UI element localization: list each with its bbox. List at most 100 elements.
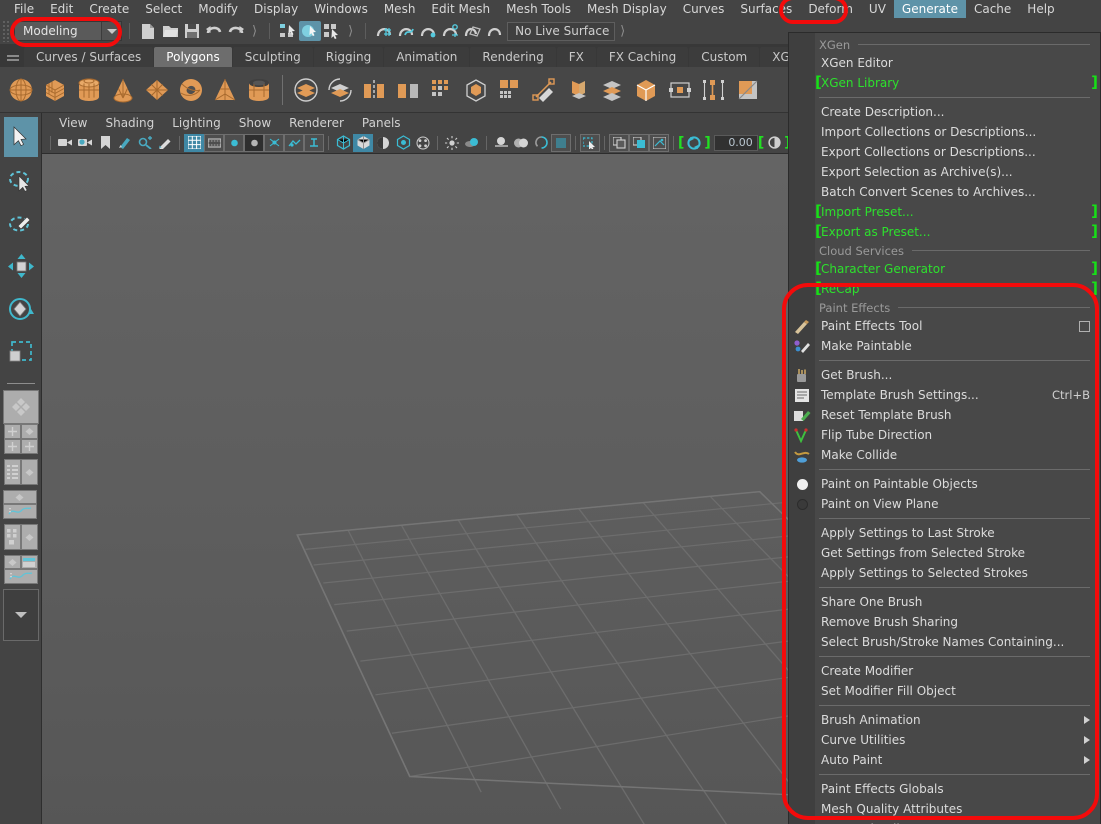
menu-item-flip-tube-direction[interactable]: Flip Tube Direction xyxy=(789,425,1100,445)
menu-generate[interactable]: Generate xyxy=(893,0,966,18)
menu-item-create-description[interactable]: Create Description... xyxy=(789,102,1100,122)
save-scene-icon[interactable] xyxy=(181,21,203,41)
poly-cube-icon[interactable] xyxy=(38,72,72,108)
menu-item-paint-on-paintable-objects[interactable]: Paint on Paintable Objects xyxy=(789,474,1100,494)
shelf-tab-rigging[interactable]: Rigging xyxy=(313,47,384,67)
redo-icon[interactable] xyxy=(225,21,247,41)
menu-display[interactable]: Display xyxy=(246,0,306,18)
select-tool[interactable] xyxy=(3,117,38,157)
booleans-icon[interactable] xyxy=(425,72,459,108)
menu-modify[interactable]: Modify xyxy=(190,0,246,18)
menu-item-import-collections-or-descriptions[interactable]: Import Collections or Descriptions... xyxy=(789,122,1100,142)
smooth-icon[interactable] xyxy=(459,72,493,108)
chevron-down-icon[interactable] xyxy=(101,22,121,40)
shelf-tab-animation[interactable]: Animation xyxy=(384,47,470,67)
multi-cut-icon[interactable] xyxy=(527,72,561,108)
exposure-icon[interactable] xyxy=(684,134,704,152)
depth-of-field-icon[interactable] xyxy=(531,134,551,152)
menu-item-batch-convert-scenes-to-archives[interactable]: Batch Convert Scenes to Archives... xyxy=(789,182,1100,202)
camera-attributes-icon[interactable] xyxy=(75,134,95,152)
retopologize-icon[interactable] xyxy=(493,72,527,108)
lasso-select-tool[interactable] xyxy=(4,160,38,200)
shelf-tab-polygons[interactable]: Polygons xyxy=(154,47,232,67)
menu-cache[interactable]: Cache xyxy=(966,0,1019,18)
gamma-icon[interactable] xyxy=(764,134,784,152)
menu-select[interactable]: Select xyxy=(137,0,190,18)
collapse-arrow-icon[interactable]: ⟩ xyxy=(615,24,630,39)
snap-to-projected-center-icon[interactable] xyxy=(439,21,461,41)
menu-surfaces[interactable]: Surfaces xyxy=(732,0,800,18)
move-tool[interactable] xyxy=(4,246,38,286)
grid-toggle-icon[interactable] xyxy=(184,133,204,152)
menu-curves[interactable]: Curves xyxy=(675,0,733,18)
menu-item-recap[interactable]: ReCap[] xyxy=(789,279,1100,299)
select-region-icon[interactable] xyxy=(580,133,600,152)
hypershade-persp-layout[interactable] xyxy=(3,524,39,550)
outliner-persp-layout[interactable] xyxy=(3,459,39,485)
rotate-tool[interactable] xyxy=(4,289,38,329)
motion-blur-icon[interactable] xyxy=(491,134,511,152)
shadows-icon[interactable] xyxy=(442,134,462,152)
xray-icon[interactable] xyxy=(284,133,304,152)
menu-item-paint-effects-tool[interactable]: Paint Effects Tool xyxy=(789,316,1100,336)
2d-pan-zoom-icon[interactable] xyxy=(135,134,155,152)
menu-item-get-settings-from-selected-stroke[interactable]: Get Settings from Selected Stroke xyxy=(789,543,1100,563)
quad-draw-icon[interactable] xyxy=(731,72,765,108)
ambient-occlusion-icon[interactable] xyxy=(462,134,482,152)
menu-item-get-brush[interactable]: Get Brush... xyxy=(789,365,1100,385)
viewport-menu-panels[interactable]: Panels xyxy=(353,116,410,130)
scale-tool[interactable] xyxy=(4,332,38,372)
menu-item-reset-template-brush[interactable]: Reset Template Brush xyxy=(789,405,1100,425)
collapse-arrow-icon[interactable]: ⟩ xyxy=(343,24,358,39)
menu-item-export-as-preset[interactable]: Export as Preset...[] xyxy=(789,222,1100,242)
menu-edit-mesh[interactable]: Edit Mesh xyxy=(423,0,498,18)
menu-item-auto-paint[interactable]: Auto Paint xyxy=(789,750,1100,770)
poly-pipe-icon[interactable] xyxy=(242,72,276,108)
menu-item-option-box[interactable] xyxy=(1079,320,1090,332)
menu-item-mesh-quality-attributes[interactable]: Mesh Quality Attributes xyxy=(789,799,1100,819)
smooth-shade-icon[interactable] xyxy=(353,133,373,152)
poly-pyramid-icon[interactable] xyxy=(208,72,242,108)
menu-file[interactable]: File xyxy=(6,0,42,18)
layout-expand-button[interactable] xyxy=(2,589,39,641)
make-live-icon[interactable] xyxy=(483,21,505,41)
menu-item-apply-settings-to-last-stroke[interactable]: Apply Settings to Last Stroke xyxy=(789,523,1100,543)
menu-item-curve-utilities[interactable]: Curve Utilities xyxy=(789,730,1100,750)
snap-to-grid-icon[interactable] xyxy=(373,21,395,41)
snap-to-view-plane-icon[interactable] xyxy=(461,21,483,41)
resolution-gate-icon[interactable] xyxy=(224,133,244,152)
select-by-object-icon[interactable] xyxy=(299,21,322,41)
status-line-grip[interactable] xyxy=(2,20,11,42)
viewport-menu-shading[interactable]: Shading xyxy=(96,116,163,130)
use-default-light-icon[interactable] xyxy=(413,134,433,152)
four-view-layout[interactable] xyxy=(3,424,39,454)
new-scene-icon[interactable] xyxy=(137,21,159,41)
shelf-tab-fx[interactable]: FX xyxy=(556,47,596,67)
append-polygon-icon[interactable] xyxy=(629,72,663,108)
menu-item-share-one-brush[interactable]: Share One Brush xyxy=(789,592,1100,612)
hardware-texturing-icon[interactable] xyxy=(393,134,413,152)
select-by-component-icon[interactable] xyxy=(321,21,343,41)
menu-item-xgen-editor[interactable]: XGen Editor xyxy=(789,53,1100,73)
display-layer-icon[interactable] xyxy=(609,133,629,152)
shelf-grip[interactable] xyxy=(2,45,24,67)
menu-item-export-collections-or-descriptions[interactable]: Export Collections or Descriptions... xyxy=(789,142,1100,162)
menu-item-set-modifier-fill-object[interactable]: Set Modifier Fill Object xyxy=(789,681,1100,701)
menu-deform[interactable]: Deform xyxy=(800,0,861,18)
gate-mask-icon[interactable] xyxy=(244,133,264,152)
mirror-icon[interactable] xyxy=(357,72,391,108)
poly-cylinder-icon[interactable] xyxy=(72,72,106,108)
menu-item-apply-settings-to-selected-strokes[interactable]: Apply Settings to Selected Strokes xyxy=(789,563,1100,583)
multisample-icon[interactable] xyxy=(511,134,531,152)
shelf-tab-custom[interactable]: Custom xyxy=(689,47,760,67)
poly-torus-icon[interactable] xyxy=(174,72,208,108)
texture-icon[interactable] xyxy=(304,133,324,152)
film-gate-icon[interactable] xyxy=(204,133,224,152)
isolate-select-icon[interactable] xyxy=(551,133,571,152)
menu-item-select-brush-stroke-names-containing[interactable]: Select Brush/Stroke Names Containing... xyxy=(789,632,1100,652)
gpu-cache-icon[interactable] xyxy=(649,133,669,152)
persp-graph-layout[interactable] xyxy=(2,490,39,519)
snap-to-curve-icon[interactable] xyxy=(395,21,417,41)
separate-icon[interactable] xyxy=(323,72,357,108)
collapse-arrow-icon[interactable]: ⟩ xyxy=(247,24,262,39)
